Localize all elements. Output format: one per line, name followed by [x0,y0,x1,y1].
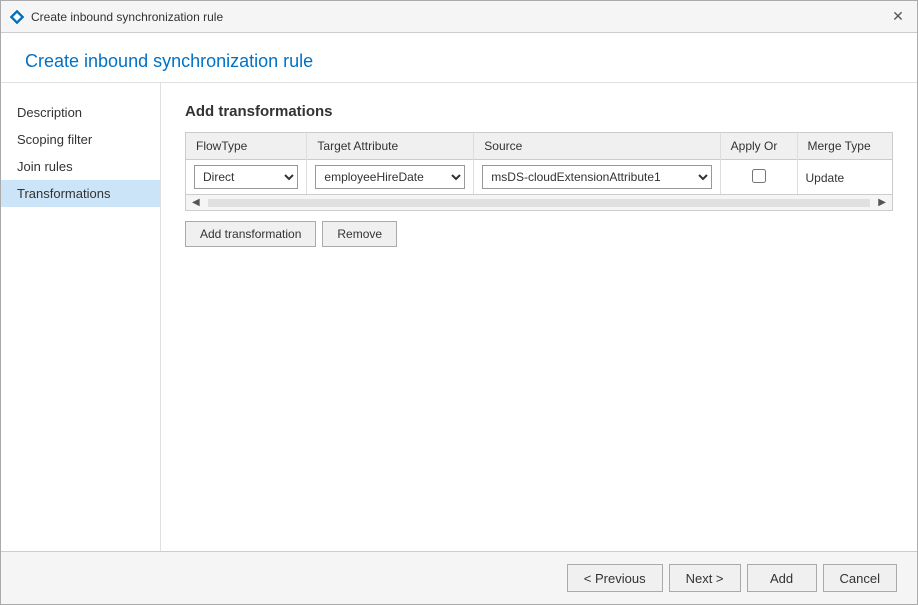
main-area: Description Scoping filter Join rules Tr… [1,83,917,551]
main-window: Create inbound synchronization rule ✕ Cr… [0,0,918,605]
scroll-right-button[interactable]: ▶ [872,195,892,211]
page-header: Create inbound synchronization rule [1,33,917,83]
section-title: Add transformations [185,103,893,120]
page-title: Create inbound synchronization rule [25,51,893,72]
sidebar-item-join-rules[interactable]: Join rules [1,153,160,180]
close-button[interactable]: ✕ [887,6,909,28]
cancel-button[interactable]: Cancel [823,564,897,592]
cell-merge-type: Update [797,160,892,195]
transformations-table-container: FlowType Target Attribute Source Apply O… [185,132,893,211]
right-panel: Add transformations FlowType Target Attr… [161,83,917,551]
app-icon [9,9,25,25]
title-bar: Create inbound synchronization rule ✕ [1,1,917,33]
sidebar-item-transformations[interactable]: Transformations [1,180,160,207]
cell-flow-type: Direct Expression Constant [186,160,307,195]
scroll-track [208,199,871,207]
table-scroll-wrapper: FlowType Target Attribute Source Apply O… [186,133,892,194]
action-buttons: Add transformation Remove [185,221,893,247]
remove-button[interactable]: Remove [322,221,397,247]
sidebar-item-scoping-filter[interactable]: Scoping filter [1,126,160,153]
table-header-row: FlowType Target Attribute Source Apply O… [186,133,892,160]
scroll-left-button[interactable]: ◀ [186,195,206,211]
table-row: Direct Expression Constant employeeHireD… [186,160,892,195]
window-title: Create inbound synchronization rule [31,10,223,24]
merge-type-value: Update [806,171,845,185]
sidebar-item-description[interactable]: Description [1,99,160,126]
previous-button[interactable]: < Previous [567,564,663,592]
apply-once-checkbox[interactable] [752,169,766,183]
col-header-merge-type: Merge Type [797,133,892,160]
add-button[interactable]: Add [747,564,817,592]
horizontal-scrollbar[interactable]: ◀ ▶ [186,194,892,210]
source-dropdown[interactable]: msDS-cloudExtensionAttribute1 [482,165,711,189]
col-header-flow-type: FlowType [186,133,307,160]
col-header-source: Source [474,133,720,160]
target-attribute-dropdown[interactable]: employeeHireDate [315,165,465,189]
content-area: Create inbound synchronization rule Desc… [1,33,917,551]
transformations-table: FlowType Target Attribute Source Apply O… [186,133,892,194]
add-transformation-button[interactable]: Add transformation [185,221,316,247]
title-bar-left: Create inbound synchronization rule [9,9,223,25]
cell-target-attribute: employeeHireDate [307,160,474,195]
col-header-apply-once: Apply Or [720,133,797,160]
next-button[interactable]: Next > [669,564,741,592]
footer: < Previous Next > Add Cancel [1,551,917,604]
col-header-target-attribute: Target Attribute [307,133,474,160]
cell-source: msDS-cloudExtensionAttribute1 [474,160,720,195]
flow-type-dropdown[interactable]: Direct Expression Constant [194,165,298,189]
sidebar: Description Scoping filter Join rules Tr… [1,83,161,551]
cell-apply-once [720,160,797,195]
